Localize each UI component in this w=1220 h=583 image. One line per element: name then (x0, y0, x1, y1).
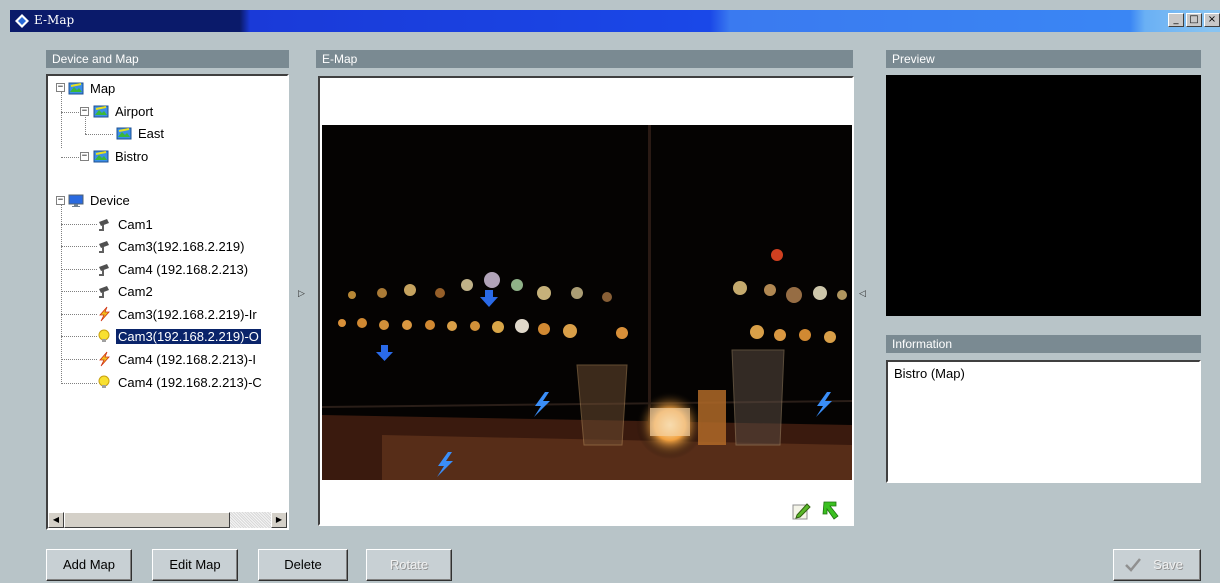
save-label: Save (1153, 557, 1183, 572)
tree-line (61, 314, 97, 315)
tree-line (61, 224, 97, 225)
tree-label: Cam4 (192.168.2.213)-C (118, 374, 262, 390)
information-text: Bistro (Map) (894, 366, 965, 381)
scroll-right-button[interactable]: ▶ (271, 512, 287, 528)
emap-canvas[interactable] (318, 76, 854, 526)
tree-item-bistro[interactable]: Bistro (93, 146, 150, 166)
tree-line (61, 269, 97, 270)
collapse-bistro-toggle[interactable]: − (80, 152, 89, 161)
tree-label: Cam4 (192.168.2.213) (118, 261, 249, 277)
tree-item-cam4-output[interactable]: Cam4 (192.168.2.213)-C (96, 372, 264, 392)
tree-item-cam3-input[interactable]: Cam3(192.168.2.219)-Ir (96, 304, 259, 324)
delete-button[interactable]: Delete (258, 549, 348, 581)
save-button[interactable]: Save (1113, 549, 1201, 581)
lightning-icon (99, 306, 110, 322)
collapse-airport-toggle[interactable]: − (80, 107, 89, 116)
rotate-button[interactable]: Rotate (366, 549, 452, 581)
close-button[interactable]: × (1204, 13, 1220, 27)
camera-icon (99, 219, 109, 231)
tree-label: Map (90, 80, 116, 96)
tree-line (85, 134, 113, 135)
add-map-button[interactable]: Add Map (46, 549, 132, 581)
tree-line (61, 336, 97, 337)
tree-label: Cam4 (192.168.2.213)-I (118, 351, 257, 367)
tree-item-device[interactable]: Device (68, 190, 132, 210)
tree-line (61, 246, 97, 247)
collapse-map-toggle[interactable]: − (56, 83, 65, 92)
camera-icon (99, 286, 109, 298)
emap-header: E-Map (316, 50, 853, 68)
tree-item-east[interactable]: East (116, 123, 166, 143)
tree-line (61, 201, 62, 384)
tree-label: Bistro (115, 148, 149, 164)
monitor-icon (68, 194, 84, 207)
tree-item-cam1[interactable]: Cam1 (96, 214, 155, 234)
tree-label: Airport (115, 103, 154, 119)
tree-horizontal-scrollbar[interactable]: ◀ ▶ (48, 512, 287, 528)
lightbulb-icon (98, 329, 110, 342)
tree-line (61, 92, 62, 148)
tree-item-cam4[interactable]: Cam4 (192.168.2.213) (96, 259, 250, 279)
window-title: E-Map (34, 13, 75, 27)
tree-item-cam2[interactable]: Cam2 (96, 281, 155, 301)
tree-label: Cam3(192.168.2.219)-Ir (118, 306, 257, 322)
tree-label: Cam2 (118, 283, 153, 299)
tree-line (61, 383, 97, 384)
tree-item-cam3[interactable]: Cam3(192.168.2.219) (96, 236, 246, 256)
collapse-left-panel-arrow[interactable]: ▷ (298, 288, 305, 299)
camera-icon (99, 264, 109, 276)
lightning-icon (99, 351, 110, 367)
preview-pane (886, 75, 1201, 316)
tree-item-airport[interactable]: Airport (93, 101, 155, 121)
tree-line (61, 157, 81, 158)
tree-item-cam4-input[interactable]: Cam4 (192.168.2.213)-I (96, 349, 258, 369)
tree-label: Cam1 (118, 216, 153, 232)
tree-line (61, 359, 97, 360)
device-and-map-header: Device and Map (46, 50, 289, 68)
map-icon (68, 82, 84, 95)
bistro-map-image[interactable] (322, 125, 852, 480)
tree-label: Device (90, 192, 130, 208)
emap-app-icon (15, 14, 29, 28)
edit-map-button[interactable]: Edit Map (152, 549, 238, 581)
maximize-button[interactable]: □ (1186, 13, 1202, 27)
edit-map-icon[interactable] (790, 500, 812, 522)
checkmark-icon (1125, 558, 1141, 572)
tree-label: Cam3(192.168.2.219) (118, 238, 245, 254)
tree-line (61, 112, 81, 113)
tree-item-map[interactable]: Map (68, 78, 117, 98)
tree-item-cam3-output[interactable]: Cam3(192.168.2.219)-O (96, 326, 262, 346)
information-box: Bistro (Map) (886, 360, 1201, 483)
tree-label: East (138, 125, 165, 141)
collapse-right-panel-arrow[interactable]: ◁ (859, 288, 866, 299)
device-map-tree[interactable]: − − − − Map Airport East Bistro Device C… (46, 74, 289, 530)
minimize-button[interactable]: _ (1168, 13, 1184, 27)
camera-icon (99, 241, 109, 253)
scroll-thumb[interactable] (64, 512, 230, 528)
tree-line (61, 291, 97, 292)
title-bar: E-Map _ □ × (10, 10, 1220, 32)
preview-header: Preview (886, 50, 1201, 68)
information-header: Information (886, 335, 1201, 353)
scroll-left-button[interactable]: ◀ (48, 512, 64, 528)
map-icon (93, 105, 109, 118)
tree-label: Cam3(192.168.2.219)-O (115, 327, 262, 345)
lightbulb-icon (98, 375, 110, 388)
map-icon (93, 150, 109, 163)
return-arrow-icon[interactable] (818, 498, 842, 522)
collapse-device-toggle[interactable]: − (56, 196, 65, 205)
map-icon (116, 127, 132, 140)
